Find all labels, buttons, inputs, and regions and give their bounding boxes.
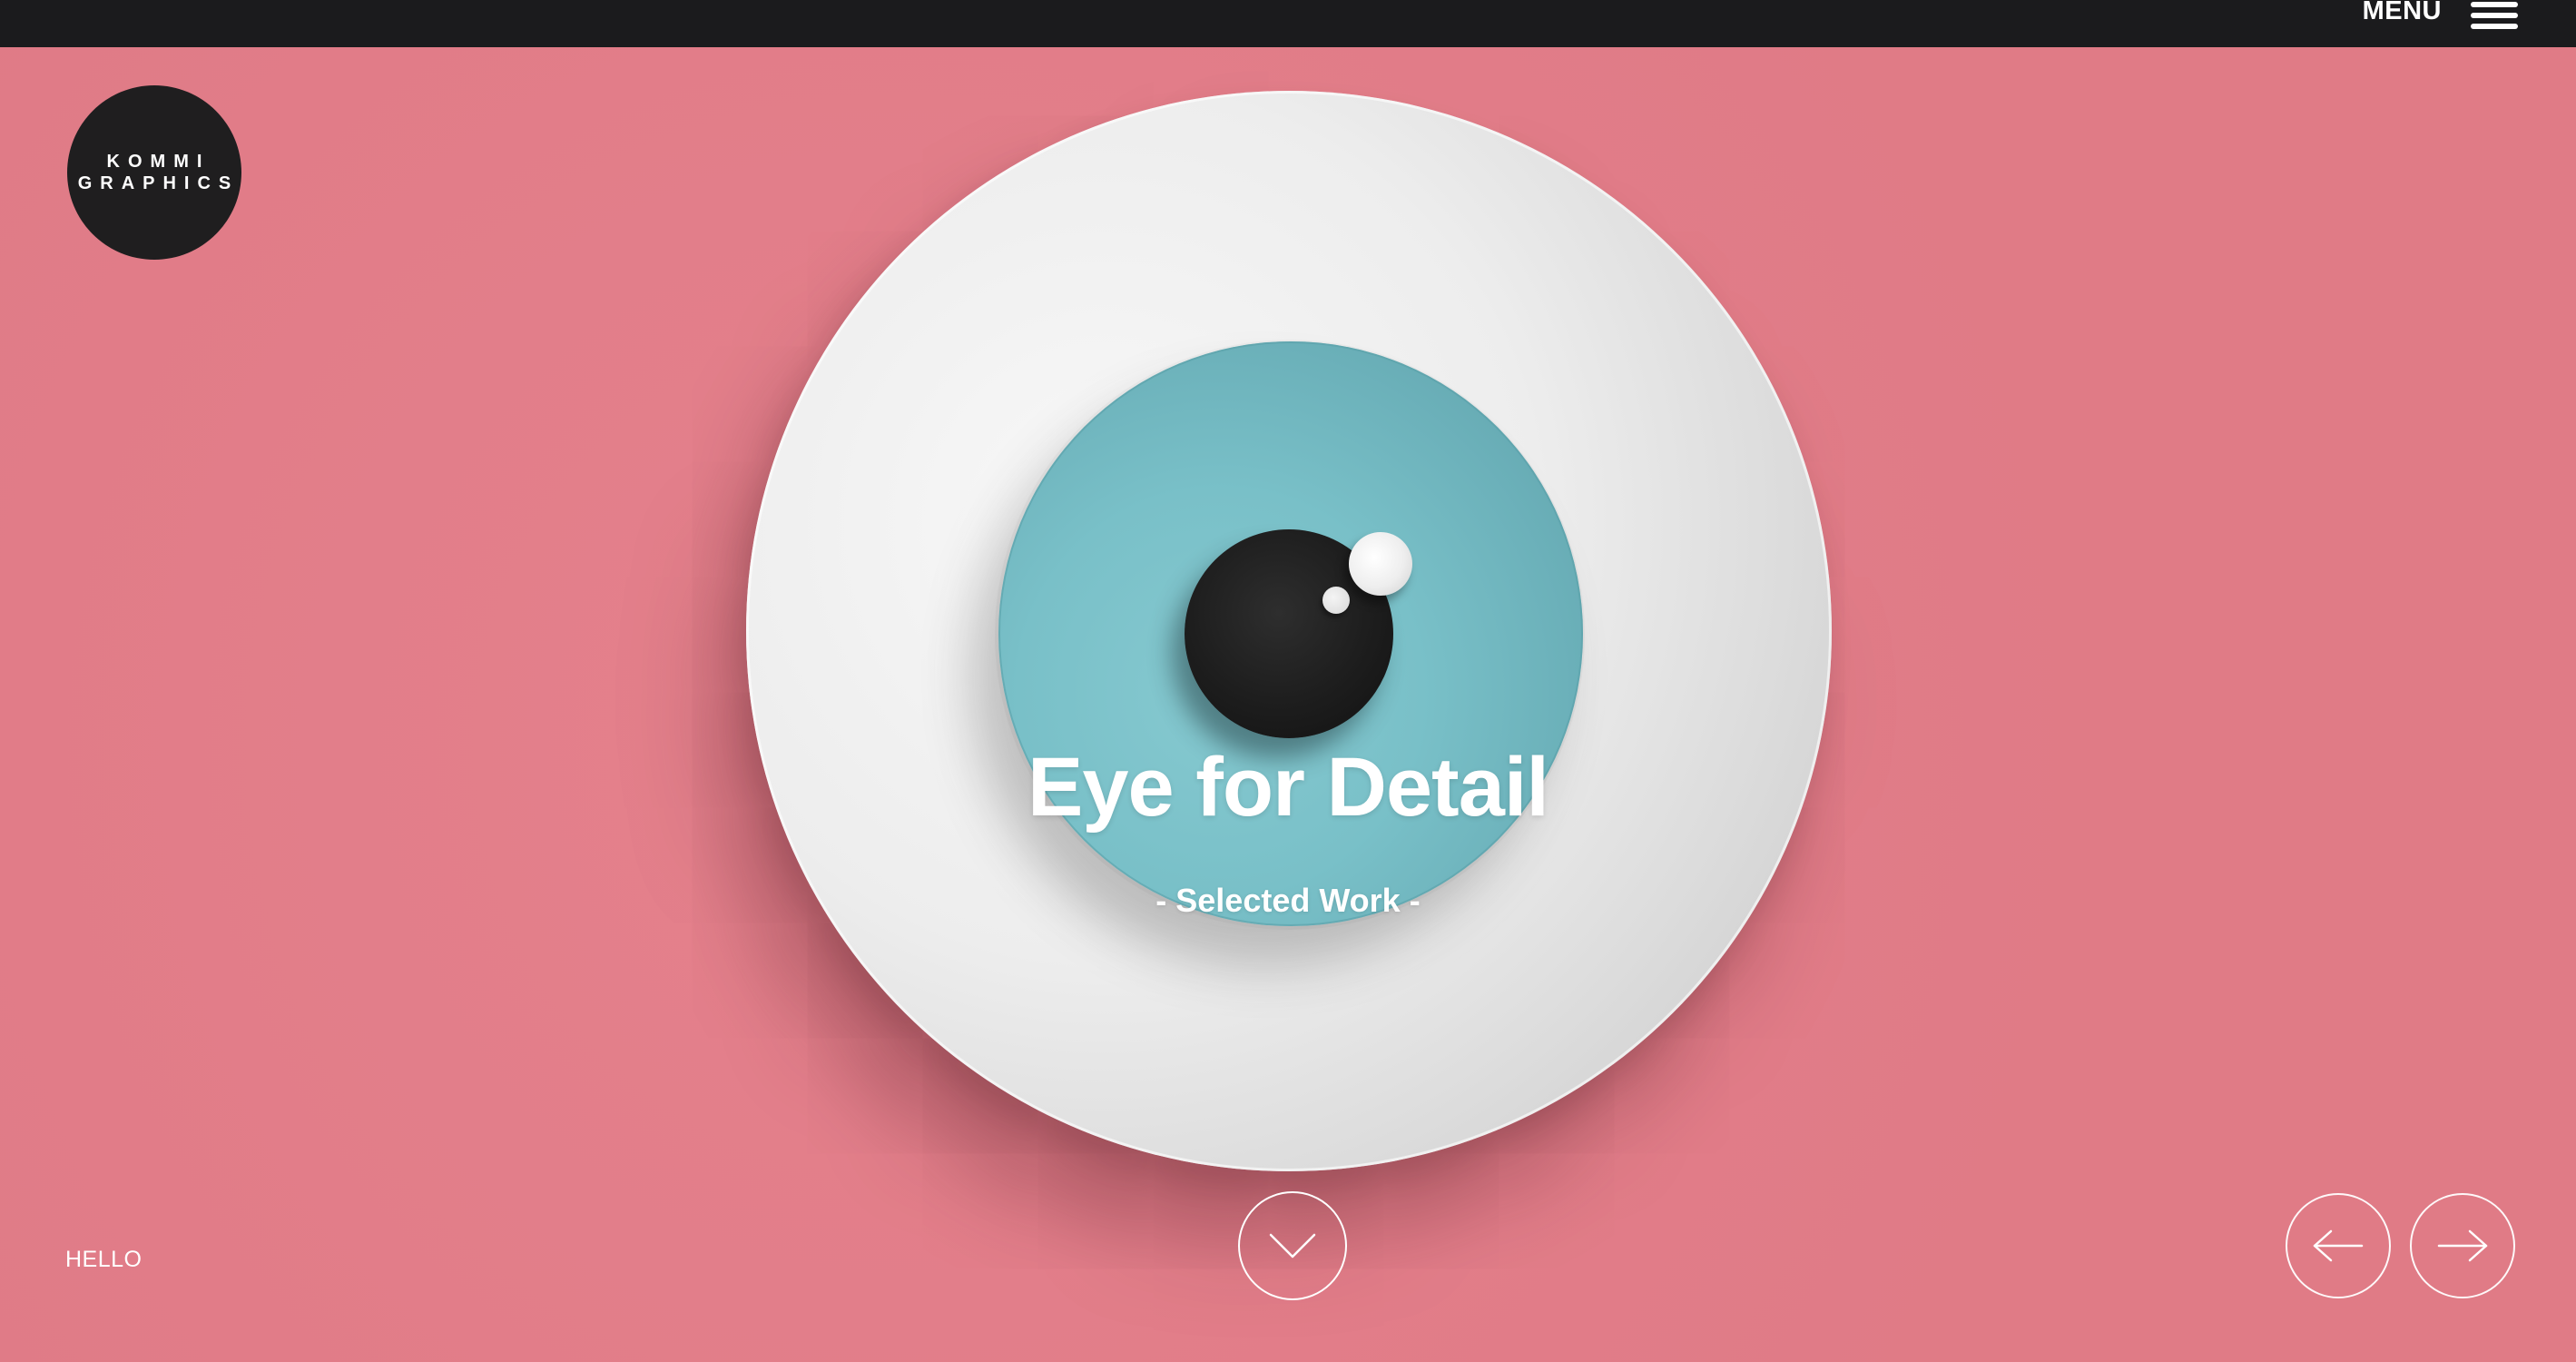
hello-link[interactable]: HELLO (65, 1246, 142, 1273)
hamburger-menu-icon[interactable] (2471, 2, 2518, 29)
next-slide-button[interactable] (2410, 1193, 2515, 1298)
hamburger-line (2471, 24, 2518, 29)
page: MENU KOMMI GRAPHICS Eye for Detail - Sel… (0, 0, 2576, 1362)
arrow-right-icon (2437, 1229, 2488, 1262)
scroll-down-button[interactable] (1238, 1191, 1347, 1300)
top-bar: MENU (0, 0, 2576, 47)
kommi-graphics-logo[interactable]: KOMMI GRAPHICS (67, 85, 241, 260)
logo-line-2: GRAPHICS (77, 173, 240, 193)
arrow-left-icon (2313, 1229, 2364, 1262)
chevron-down-icon (1269, 1233, 1316, 1258)
hero-subtitle: - Selected Work - (1155, 882, 1421, 919)
hamburger-line (2471, 2, 2518, 7)
hero-title: Eye for Detail (1027, 741, 1549, 834)
menu-label[interactable]: MENU (2363, 0, 2442, 25)
previous-slide-button[interactable] (2286, 1193, 2391, 1298)
hamburger-line (2471, 13, 2518, 18)
logo-line-1: KOMMI (106, 152, 211, 172)
eye-highlight-small (1322, 587, 1350, 614)
eye-highlight-large (1349, 532, 1412, 596)
